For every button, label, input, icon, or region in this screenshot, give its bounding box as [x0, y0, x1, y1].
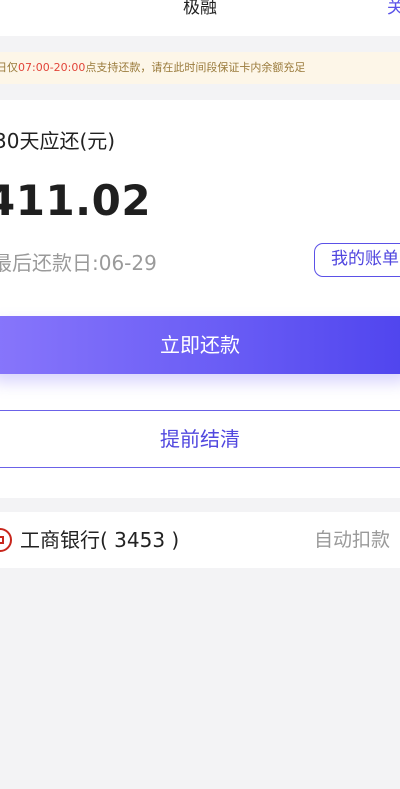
due-amount-label: 30天应还(元)	[0, 129, 116, 153]
due-date-text: 最后还款日:06-29	[0, 251, 157, 275]
repay-now-button[interactable]: 立即还款	[0, 316, 400, 374]
notice-suffix: 点支持还款，请在此时间段保证卡内余额充足	[85, 61, 306, 74]
my-bill-button[interactable]: 我的账单	[314, 243, 400, 277]
repayment-time-notice: 日仅07:00-20:00点支持还款，请在此时间段保证卡内余额充足	[0, 52, 400, 84]
page-title: 极融	[183, 0, 217, 18]
bank-card-name: 工商银行( 3453 )	[20, 528, 180, 552]
top-nav-bar: 极融 关	[0, 0, 400, 36]
settle-early-button[interactable]: 提前结清	[0, 410, 400, 468]
notice-time-range: 07:00-20:00	[18, 61, 86, 74]
due-amount: 411.02	[0, 176, 152, 225]
auto-deduct-label: 自动扣款	[313, 529, 390, 551]
nav-right-button[interactable]: 关	[387, 0, 400, 20]
notice-prefix: 日仅	[0, 61, 18, 74]
